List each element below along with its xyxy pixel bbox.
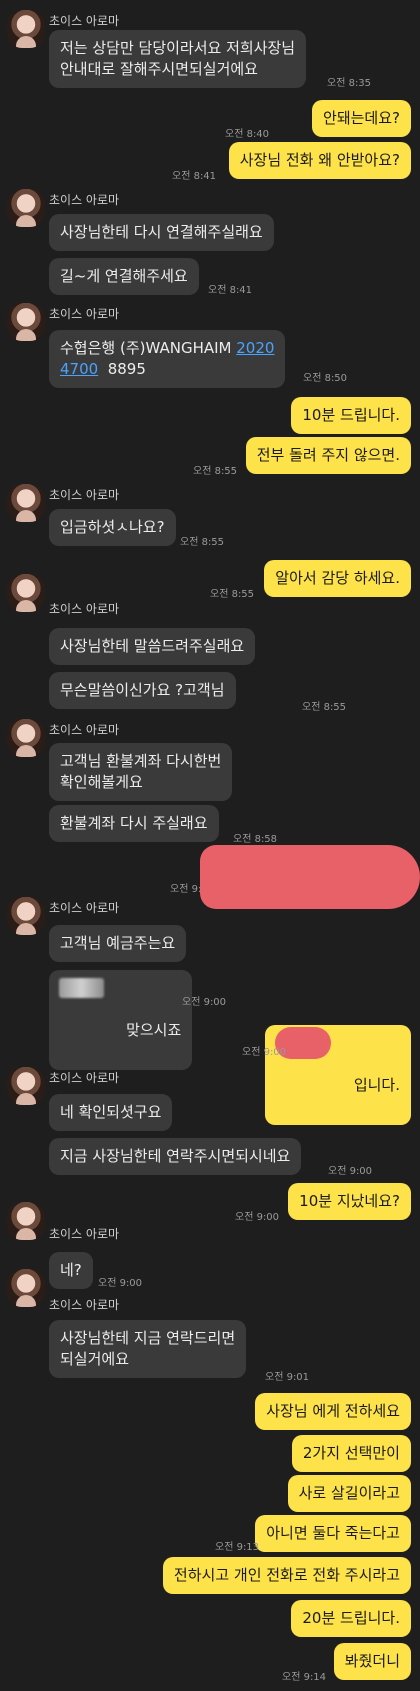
- bank-account-text: 수협은행 (주)WANGHAIM: [60, 339, 237, 357]
- message-time: 오전 9:13: [215, 1542, 260, 1553]
- avatar[interactable]: [7, 484, 45, 522]
- message-bubble-incoming[interactable]: 맞으시죠: [49, 970, 193, 1070]
- sender-name: 초이스 아로마: [49, 1298, 120, 1312]
- message-bubble-incoming[interactable]: 입금하셧ㅅ나요?: [49, 509, 176, 546]
- message-time: 오전 8:55: [180, 537, 225, 548]
- message-bubble-outgoing[interactable]: 안돼는데요?: [312, 100, 411, 137]
- avatar[interactable]: [7, 719, 45, 757]
- message-bubble-outgoing[interactable]: 10분 지났네요?: [288, 1183, 411, 1220]
- message-bubble-incoming[interactable]: 사장님한테 지금 연락드리면 되실거에요: [49, 1320, 247, 1378]
- message-time: 오전 8:58: [233, 834, 278, 845]
- sender-name: 초이스 아로마: [49, 901, 120, 915]
- message-time: 오전 8:55: [302, 702, 347, 713]
- message-bubble-outgoing[interactable]: 10분 드립니다.: [291, 397, 411, 434]
- message-time: 오전 8:41: [208, 285, 253, 296]
- message-bubble-incoming[interactable]: 저는 상담만 담당이라서요 저희사장님 안내대로 잘해주시면되실거에요: [49, 30, 307, 88]
- avatar[interactable]: [7, 10, 45, 48]
- avatar[interactable]: [7, 1202, 45, 1240]
- account-message-bubble[interactable]: 수협은행 (주)WANGHAIM 2020 4700 8895: [49, 330, 286, 388]
- message-bubble-incoming[interactable]: 지금 사장님한테 연락주시면되시네요: [49, 1138, 302, 1175]
- message-time: 오전 9:00: [328, 1166, 373, 1177]
- message-time: 오전 8:35: [327, 78, 372, 89]
- message-time: 오전 8:40: [225, 129, 270, 140]
- sender-name: 초이스 아로마: [49, 193, 120, 207]
- message-time: 오전 8:41: [172, 171, 217, 182]
- message-time: 오전 9:14: [282, 1672, 327, 1683]
- sender-name: 초이스 아로마: [49, 14, 120, 28]
- avatar[interactable]: [7, 574, 45, 612]
- message-bubble-incoming[interactable]: 환불계좌 다시 주실래요: [49, 805, 219, 842]
- avatar[interactable]: [7, 1269, 45, 1307]
- message-bubble-outgoing[interactable]: 알아서 감당 하세요.: [264, 560, 411, 597]
- account-number-text: 8895: [98, 360, 146, 378]
- message-bubble-incoming[interactable]: 고객님 예금주는요: [49, 925, 187, 962]
- message-time: 오전 9:00: [242, 1047, 287, 1058]
- message-time: 오전 9:01: [265, 1372, 310, 1383]
- message-time: 오전 9:00: [182, 997, 227, 1008]
- message-bubble-incoming[interactable]: 사장님한테 다시 연결해주실래요: [49, 214, 274, 251]
- message-bubble-outgoing[interactable]: 20분 드립니다.: [291, 1600, 411, 1637]
- sender-name: 초이스 아로마: [49, 602, 120, 616]
- message-time: 오전 8:55: [210, 589, 255, 600]
- message-time: 오전 8:50: [303, 373, 348, 384]
- message-time: 오전 9:00: [235, 1212, 280, 1223]
- redaction-mark: [200, 845, 420, 909]
- message-bubble-incoming[interactable]: 네?: [49, 1252, 93, 1289]
- message-bubble-incoming[interactable]: 고객님 환불계좌 다시한번 확인해볼게요: [49, 743, 233, 801]
- message-bubble-outgoing[interactable]: 2가지 선택만이: [291, 1435, 411, 1472]
- message-bubble-outgoing[interactable]: 봐줬더니: [333, 1643, 411, 1680]
- message-bubble-outgoing[interactable]: 사장님 전화 왜 안받아요?: [228, 142, 411, 179]
- message-bubble-outgoing[interactable]: 전하시고 개인 전화로 전화 주시라고: [162, 1557, 411, 1594]
- avatar[interactable]: [7, 189, 45, 227]
- avatar[interactable]: [7, 1067, 45, 1105]
- sender-name: 초이스 아로마: [49, 307, 120, 321]
- avatar[interactable]: [7, 897, 45, 935]
- message-text: 입니다.: [353, 1076, 400, 1094]
- account-number-link[interactable]: 4700: [60, 360, 98, 378]
- message-time: 오전 8:55: [193, 466, 238, 477]
- sender-name: 초이스 아로마: [49, 1071, 120, 1085]
- message-bubble-incoming[interactable]: 무슨말씀이신가요 ?고객님: [49, 672, 236, 709]
- message-bubble-outgoing[interactable]: 전부 돌려 주지 않으면.: [245, 437, 411, 474]
- message-bubble-incoming[interactable]: 네 확인되셧구요: [49, 1094, 173, 1131]
- account-number-link[interactable]: 2020: [236, 339, 274, 357]
- message-bubble-incoming[interactable]: 사장님한테 말씀드려주실래요: [49, 628, 256, 665]
- message-bubble-incoming[interactable]: 길~게 연결해주세요: [49, 258, 199, 295]
- message-bubble-outgoing[interactable]: 아니면 둘다 죽는다고: [255, 1515, 411, 1552]
- message-text: 맞으시죠: [126, 1021, 182, 1039]
- blurred-name: [59, 978, 104, 998]
- message-bubble-outgoing[interactable]: 사로 살길이라고: [287, 1475, 411, 1512]
- sender-name: 초이스 아로마: [49, 723, 120, 737]
- avatar[interactable]: [7, 303, 45, 341]
- message-bubble-outgoing[interactable]: 입니다.: [264, 1025, 411, 1125]
- message-bubble-outgoing[interactable]: 사장님 에게 전하세요: [255, 1393, 411, 1430]
- message-time: 오전 9:00: [98, 1278, 143, 1289]
- sender-name: 초이스 아로마: [49, 1227, 120, 1241]
- sender-name: 초이스 아로마: [49, 488, 120, 502]
